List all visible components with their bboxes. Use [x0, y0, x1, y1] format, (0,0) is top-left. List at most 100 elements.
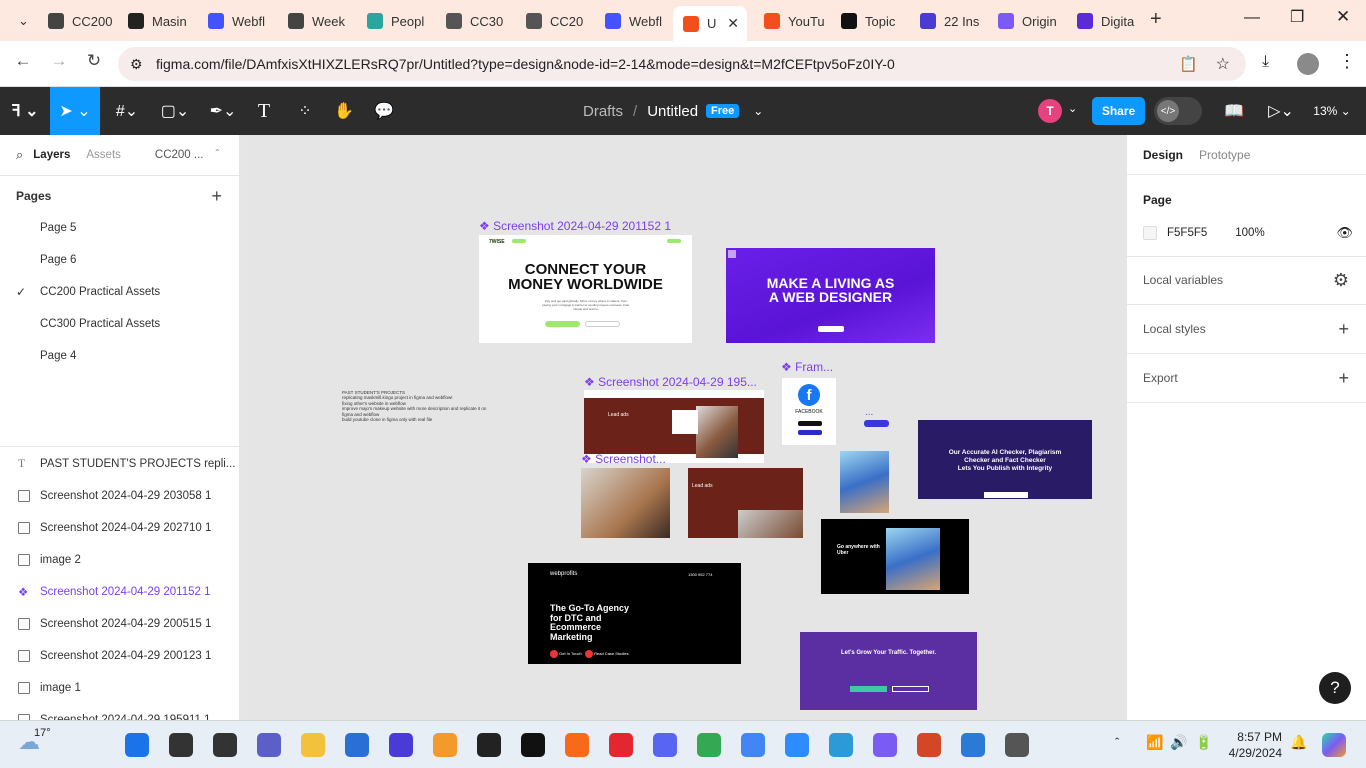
reload-button[interactable]: ↻ [81, 51, 107, 71]
close-tab-icon[interactable]: ✕ [727, 15, 739, 32]
layer-item[interactable]: image 1 [0, 672, 239, 704]
app-icon[interactable] [433, 733, 457, 757]
wifi-icon[interactable]: 📶 [1146, 734, 1163, 751]
zoom-menu[interactable]: 13% ⌄ [1310, 87, 1354, 135]
forward-button[interactable]: → [46, 51, 72, 71]
help-button[interactable]: ? [1319, 672, 1351, 704]
layer-item[interactable]: T PAST STUDENT'S PROJECTS repli... [0, 448, 239, 480]
reading-person-screenshot[interactable] [581, 468, 670, 538]
file-menu-chevron-icon[interactable]: ⌄ [753, 104, 763, 118]
site-info-icon[interactable]: ⚙ [130, 56, 143, 73]
main-menu-button[interactable]: ꟻ ⌄ [0, 87, 50, 135]
page-item[interactable]: Page 4 [0, 340, 239, 372]
clipboard-icon[interactable]: 📋 [1179, 55, 1198, 73]
frame-label-screenshot[interactable]: ❖ Screenshot... [581, 452, 666, 466]
tab-design[interactable]: Design [1143, 148, 1183, 162]
task-view-icon[interactable] [213, 733, 237, 757]
design-canvas[interactable]: ❖ Screenshot 2024-04-29 201152 1 7WISE C… [241, 135, 1125, 720]
tab-prototype[interactable]: Prototype [1199, 148, 1250, 162]
resources-button[interactable]: ⁘ [290, 87, 320, 135]
share-button[interactable]: Share [1092, 97, 1145, 125]
bg-opacity[interactable]: 100% [1235, 227, 1264, 239]
right-section[interactable]: Local variables ⚙ [1127, 256, 1366, 305]
github-icon[interactable] [521, 733, 545, 757]
volume-icon[interactable]: 🔊 [1170, 734, 1187, 751]
layer-item[interactable]: ❖ Screenshot 2024-04-29 201152 1 [0, 576, 239, 608]
file-name[interactable]: Untitled [647, 103, 698, 120]
pen-tool-button[interactable]: ✒⌄ [200, 87, 246, 135]
traffic-screenshot[interactable]: Let's Grow Your Traffic. Together. [800, 632, 977, 710]
facebook-frame[interactable]: f FACEBOOK [782, 378, 836, 445]
browser-tab[interactable]: Week [278, 8, 354, 34]
comment-tool-button[interactable]: 💬 [370, 87, 398, 135]
browser-tab[interactable]: Topic [831, 8, 907, 34]
photos-icon[interactable] [961, 733, 985, 757]
browser-tab[interactable]: Origin [988, 8, 1064, 34]
tray-chevron-icon[interactable]: ˆ [1115, 735, 1119, 750]
frame-label-lead[interactable]: ❖ Screenshot 2024-04-29 195... [584, 375, 757, 389]
page-item[interactable]: Page 5 [0, 212, 239, 244]
chrome-icon[interactable] [741, 733, 765, 757]
browser-tab[interactable]: CC20 [516, 8, 592, 34]
add-page-icon[interactable]: + [211, 186, 222, 207]
chevron-up-icon[interactable]: ˆ [215, 149, 219, 161]
frame-label-wise[interactable]: ❖ Screenshot 2024-04-29 201152 1 [479, 219, 671, 233]
library-button[interactable]: 📖 [1222, 87, 1246, 135]
layer-item[interactable]: image 2 [0, 544, 239, 576]
bg-hex[interactable]: F5F5F5 [1167, 227, 1207, 239]
color-swatch[interactable] [1143, 226, 1157, 240]
small-blue-button[interactable] [864, 420, 889, 427]
weather-widget[interactable]: ☁ 17° [18, 727, 51, 755]
layer-item[interactable]: Screenshot 2024-04-29 200515 1 [0, 608, 239, 640]
hand-tool-button[interactable]: ✋ [330, 87, 358, 135]
tab-search-button[interactable]: ⌄ [8, 8, 36, 34]
battery-icon[interactable]: 🔋 [1195, 734, 1212, 751]
browser-tab[interactable]: CC30 [436, 8, 512, 34]
bookmark-star-icon[interactable]: ☆ [1216, 54, 1230, 74]
past-projects-notes[interactable]: PAST STUDENT'S PROJECTS replicating mask… [342, 390, 512, 422]
new-tab-button[interactable]: + [1150, 8, 1162, 31]
layer-item[interactable]: Screenshot 2024-04-29 203058 1 [0, 480, 239, 512]
dev-mode-toggle[interactable]: </> [1154, 97, 1202, 125]
restore-button[interactable]: ❐ [1290, 7, 1304, 27]
add-icon[interactable]: + [1338, 319, 1349, 340]
more-icon[interactable] [1005, 733, 1029, 757]
profile-avatar[interactable] [1297, 53, 1319, 75]
browser-tab[interactable]: Masin [118, 8, 194, 34]
frame-label-facebook[interactable]: ❖ Fram... [781, 360, 833, 374]
start-icon[interactable] [125, 733, 149, 757]
store-icon[interactable] [345, 733, 369, 757]
image-2-thumbnail[interactable] [840, 451, 889, 513]
right-section[interactable]: Export + [1127, 354, 1366, 403]
minimize-button[interactable]: — [1244, 9, 1260, 27]
tab-layers[interactable]: Layers [33, 149, 70, 161]
browser-tab[interactable]: Peopl [357, 8, 433, 34]
shape-tool-button[interactable]: ▢⌄ [152, 87, 198, 135]
eye-icon[interactable]: 👁 [1336, 225, 1353, 241]
url-field[interactable]: ⚙ figma.com/file/DAmfxisXtHIXZLERsRQ7pr/… [118, 47, 1246, 81]
avatar-chevron-icon[interactable]: ⌄ [1068, 102, 1077, 115]
right-section[interactable]: Local styles + [1127, 305, 1366, 354]
browser-tab[interactable]: CC200 [38, 8, 114, 34]
search-icon[interactable]: ⌕ [16, 147, 23, 163]
web-designer-screenshot[interactable]: MAKE A LIVING AS A WEB DESIGNER [726, 248, 935, 343]
variables-icon[interactable]: ⚙ [1333, 270, 1349, 291]
powerpoint-icon[interactable] [917, 733, 941, 757]
webprofits-screenshot[interactable]: webprofits 1300 952 774 The Go-To Agency… [528, 563, 741, 664]
zoom-icon[interactable] [785, 733, 809, 757]
browser-tab[interactable]: YouTu [754, 8, 830, 34]
breadcrumb-drafts[interactable]: Drafts [583, 103, 623, 120]
file-explorer-icon[interactable] [301, 733, 325, 757]
back-button[interactable]: ← [10, 51, 36, 71]
app-icon[interactable] [389, 733, 413, 757]
discord-icon[interactable] [653, 733, 677, 757]
clock[interactable]: 8:57 PM 4/29/2024 [1222, 729, 1282, 761]
download-icon[interactable]: ⤓ [1262, 53, 1269, 71]
page-background-row[interactable]: F5F5F5 100% 👁 [1143, 223, 1353, 243]
wise-screenshot[interactable]: 7WISE CONNECT YOUR MONEY WORLDWIDE Pay a… [479, 235, 692, 343]
lead-ads-screenshot-2[interactable]: Lead ads [688, 468, 803, 538]
browser-menu-icon[interactable]: ⋮ [1338, 51, 1356, 72]
layer-item[interactable]: Screenshot 2024-04-29 202710 1 [0, 512, 239, 544]
browser-tab[interactable]: Webfl [198, 8, 274, 34]
tab-assets[interactable]: Assets [86, 149, 121, 161]
